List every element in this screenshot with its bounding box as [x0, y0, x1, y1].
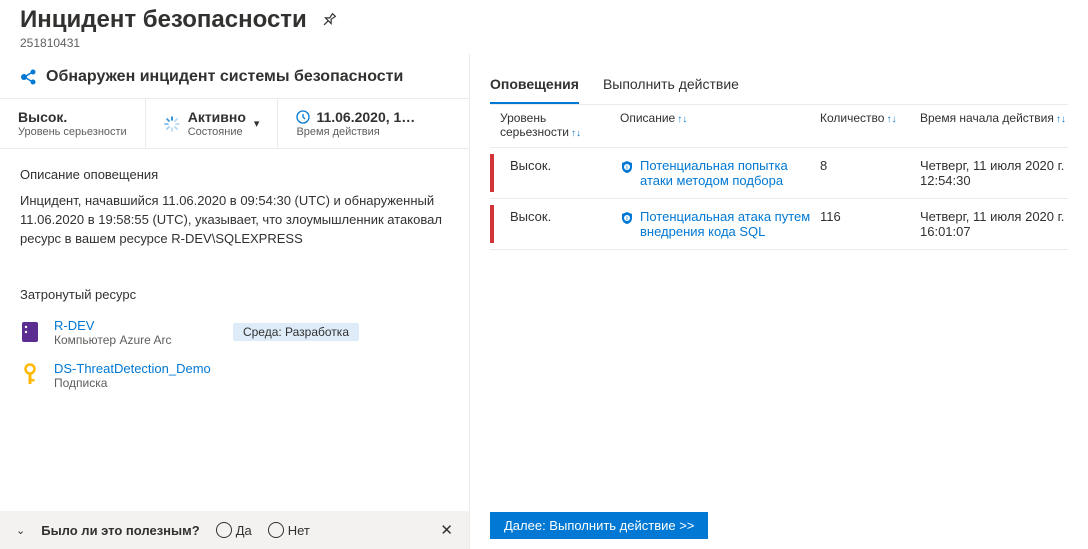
severity-cell: Высок. Уровень серьезности — [0, 99, 146, 148]
incident-banner-text: Обнаружен инцидент системы безопасности — [46, 68, 403, 86]
resource-item[interactable]: DS-ThreatDetection_Demo Подписка — [20, 361, 449, 390]
resource-name[interactable]: R-DEV — [54, 318, 171, 333]
alerts-list: Высок. i Потенциальная попытка атаки мет… — [490, 148, 1068, 250]
tab-action[interactable]: Выполнить действие — [603, 68, 739, 104]
alert-desc-body: Инцидент, начавшийся 11.06.2020 в 09:54:… — [20, 192, 449, 249]
alert-description[interactable]: i Потенциальная попытка атаки методом по… — [620, 158, 820, 188]
alert-row[interactable]: Высок. i Потенциальная атака путем внедр… — [490, 199, 1068, 250]
shield-icon: i — [620, 211, 634, 225]
alert-count: 8 — [820, 158, 920, 188]
incident-id: 251810431 — [20, 36, 1068, 50]
severity-label: Уровень серьезности — [18, 126, 127, 138]
close-icon[interactable]: ✕ — [440, 521, 453, 539]
alert-severity: Высок. — [500, 209, 620, 239]
shield-icon: i — [620, 160, 634, 174]
affected-heading: Затронутый ресурс — [20, 287, 449, 302]
affected-resource-section: Затронутый ресурс R-DEV Компьютер Azure … — [0, 269, 469, 404]
severity-value: Высок. — [18, 109, 127, 125]
chevron-down-icon[interactable]: ⌄ — [16, 524, 25, 537]
resource-type: Компьютер Azure Arc — [54, 333, 171, 347]
sort-icon[interactable]: ↑↓ — [884, 114, 896, 125]
col-count[interactable]: Количество↑↓ — [820, 111, 920, 139]
page-title: Инцидент безопасности — [20, 6, 307, 34]
status-row: Высок. Уровень серьезности Активно Состо… — [0, 99, 469, 149]
next-action-button[interactable]: Далее: Выполнить действие >> — [490, 512, 708, 539]
page-header: Инцидент безопасности 251810431 — [0, 0, 1088, 54]
feedback-no-radio[interactable]: Нет — [268, 522, 310, 538]
state-label: Состояние — [188, 126, 246, 138]
col-description[interactable]: Описание↑↓ — [620, 111, 820, 139]
alert-description-section: Описание оповещения Инцидент, начавшийся… — [0, 149, 469, 249]
alerts-table-head: Уровень серьезности↑↓ Описание↑↓ Количес… — [490, 105, 1068, 148]
right-panel: Оповещения Выполнить действие Уровень се… — [470, 54, 1088, 549]
sort-icon[interactable]: ↑↓ — [569, 128, 581, 139]
incident-icon — [20, 68, 38, 86]
left-panel: Обнаружен инцидент системы безопасности … — [0, 54, 470, 549]
severity-bar — [490, 205, 494, 243]
pin-icon[interactable] — [317, 9, 340, 32]
feedback-yes-radio[interactable]: Да — [216, 522, 252, 538]
alert-row[interactable]: Высок. i Потенциальная попытка атаки мет… — [490, 148, 1068, 199]
incident-banner: Обнаружен инцидент системы безопасности — [0, 54, 469, 99]
environment-pill: Среда: Разработка — [233, 323, 359, 341]
state-value: Активно — [188, 109, 246, 125]
sort-icon[interactable]: ↑↓ — [1054, 114, 1066, 125]
sort-icon[interactable]: ↑↓ — [675, 114, 687, 125]
alert-severity: Высок. — [500, 158, 620, 188]
alert-time: Четверг, 11 июля 2020 г. 12:54:30 — [920, 158, 1068, 188]
spinner-icon — [164, 116, 180, 132]
time-label: Время действия — [296, 126, 451, 138]
server-icon — [20, 318, 40, 346]
tabs: Оповещения Выполнить действие — [490, 68, 1068, 105]
key-icon — [20, 361, 40, 389]
alert-desc-heading: Описание оповещения — [20, 167, 449, 182]
alert-count: 116 — [820, 209, 920, 239]
alert-time: Четверг, 11 июля 2020 г. 16:01:07 — [920, 209, 1068, 239]
col-severity[interactable]: Уровень серьезности↑↓ — [500, 111, 620, 139]
severity-bar — [490, 154, 494, 192]
alert-description[interactable]: i Потенциальная атака путем внедрения ко… — [620, 209, 820, 239]
resource-item[interactable]: R-DEV Компьютер Azure Arc Среда: Разрабо… — [20, 318, 449, 347]
feedback-question: Было ли это полезным? — [41, 523, 199, 538]
feedback-bar: ⌄ Было ли это полезным? Да Нет ✕ — [0, 511, 469, 549]
col-start-time[interactable]: Время начала действия↑↓ — [920, 111, 1068, 139]
resource-type: Подписка — [54, 376, 211, 390]
time-cell: 11.06.2020, 1… Время действия — [278, 99, 469, 148]
state-cell[interactable]: Активно Состояние ▾ — [146, 99, 279, 148]
tab-alerts[interactable]: Оповещения — [490, 68, 579, 104]
chevron-down-icon[interactable]: ▾ — [254, 117, 260, 130]
time-value: 11.06.2020, 1… — [316, 109, 415, 125]
clock-icon — [296, 110, 310, 124]
resource-name[interactable]: DS-ThreatDetection_Demo — [54, 361, 211, 376]
